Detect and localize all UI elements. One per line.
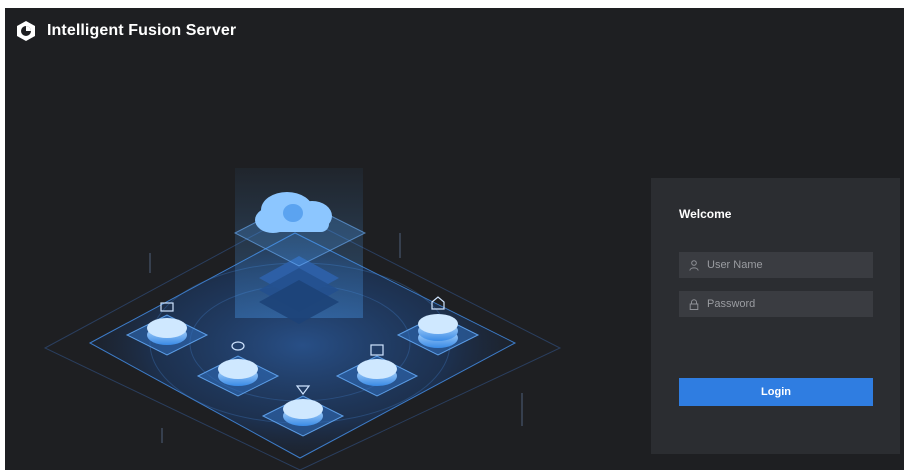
username-field[interactable] [679, 252, 873, 278]
app-logo-icon [17, 21, 35, 41]
lock-icon [687, 297, 701, 311]
login-screen: Intelligent Fusion Server Welcome User N… [5, 8, 904, 470]
app-title: Intelligent Fusion Server [47, 22, 237, 39]
cloud-network-illustration [43, 168, 562, 470]
user-icon [687, 258, 701, 272]
welcome-heading: Welcome [679, 207, 732, 221]
username-input[interactable] [707, 252, 873, 278]
password-field[interactable] [679, 291, 873, 317]
app-header: Intelligent Fusion Server [15, 20, 236, 42]
login-button[interactable]: Login [679, 378, 873, 406]
password-input[interactable] [707, 291, 873, 317]
login-panel: Welcome Login [651, 178, 900, 454]
